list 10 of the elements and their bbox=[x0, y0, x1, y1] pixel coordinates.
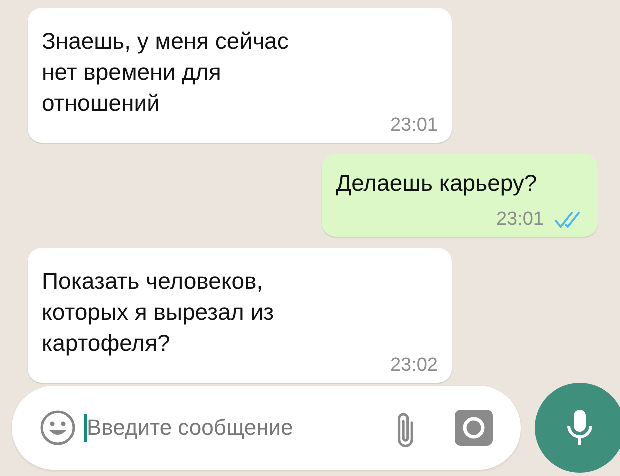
message-time: 23:02 bbox=[390, 355, 438, 377]
camera-icon[interactable] bbox=[455, 410, 493, 446]
message-text: Знаешь, у меня сейчас нет времени для отношений bbox=[42, 27, 290, 118]
smiley-icon[interactable] bbox=[40, 410, 76, 446]
message-text: Показать человеков, которых я вырезал из картофеля? bbox=[42, 267, 276, 358]
message-time: 23:01 bbox=[496, 209, 544, 231]
microphone-icon bbox=[565, 408, 595, 448]
message-input-field[interactable]: Введите сообщение bbox=[84, 414, 377, 442]
message-text: Делаешь карьеру? bbox=[336, 169, 538, 198]
message-time: 23:01 bbox=[390, 115, 438, 137]
